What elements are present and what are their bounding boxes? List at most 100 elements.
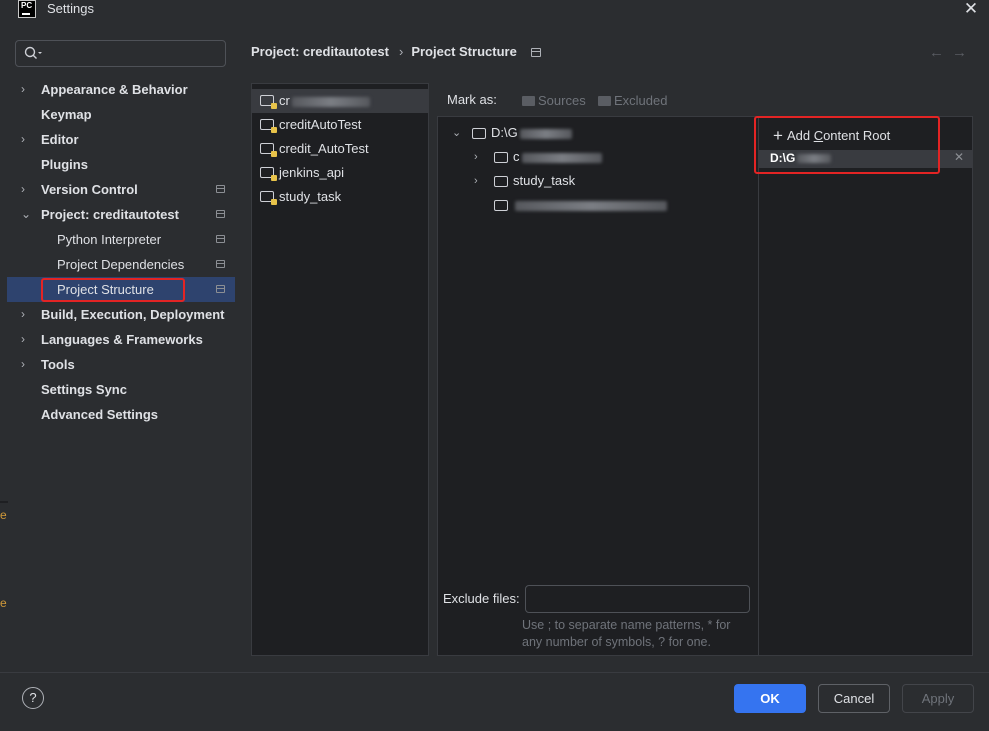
chevron-right-icon[interactable]: › [21,127,33,152]
folder-icon [494,152,508,163]
project-scope-icon [216,210,225,218]
tree-row[interactable]: ⌄ D:\G [438,121,759,145]
chevron-right-icon[interactable]: › [21,352,33,377]
directory-tree: ⌄ D:\G › c › study_task [437,116,759,656]
breadcrumb-project[interactable]: Project: creditautotest [251,44,389,59]
module-label: cr [279,93,290,108]
forward-arrow-icon[interactable]: → [952,44,975,61]
tree-row[interactable] [438,193,759,217]
search-icon [24,46,42,59]
tree-row-label: D:\G [491,121,572,145]
edge-fragment: e [0,596,7,610]
module-folder-icon [260,191,277,205]
module-item[interactable]: study_task [252,185,428,209]
sidebar-item-plugins[interactable]: Plugins [7,152,235,177]
ok-button[interactable]: OK [734,684,806,713]
sidebar-item-project-creditautotest[interactable]: ⌄ Project: creditautotest [7,202,235,227]
module-item[interactable]: creditAutoTest [252,113,428,137]
module-label: creditAutoTest [279,117,362,132]
sidebar-item-label: Languages & Frameworks [41,332,203,347]
sidebar-item-label: Settings Sync [41,382,127,397]
mark-excluded-button[interactable]: Excluded [598,93,667,108]
module-folder-icon [260,119,277,133]
exclude-hint-line-1: Use ; to separate name patterns, * for [522,618,731,632]
highlight-box [754,116,940,174]
pycharm-logo-icon: PC [18,0,36,18]
module-folder-icon [260,143,277,157]
tree-row[interactable]: › study_task [438,169,759,193]
breadcrumb: Project: creditautotest › Project Structur… [251,44,547,62]
folder-icon [494,200,508,211]
sidebar-item-label: Python Interpreter [57,232,162,247]
content-roots-panel: + Add Content Root D:\G ✕ [758,116,973,656]
divider [0,501,8,503]
back-arrow-icon[interactable]: ← [929,44,952,61]
chevron-down-icon[interactable]: ⌄ [21,202,33,227]
chevron-right-icon[interactable]: › [21,77,33,102]
sources-folder-icon [522,96,535,106]
exclude-hint: Use ; to separate name patterns, * for a… [522,617,758,651]
help-button[interactable]: ? [22,687,44,709]
sidebar-item-project-structure[interactable]: Project Structure [7,277,235,302]
sidebar-item-build-execution-deployment[interactable]: › Build, Execution, Deployment [7,302,235,327]
project-scope-icon [216,285,225,293]
redacted-text [291,96,370,107]
history-nav: ←→ [929,44,975,61]
tree-row[interactable]: › c [438,145,759,169]
sidebar-item-keymap[interactable]: Keymap [7,102,235,127]
chevron-right-icon[interactable]: › [474,169,486,193]
tree-row-label [513,193,667,217]
sidebar-item-tools[interactable]: › Tools [7,352,235,377]
close-icon[interactable]: ✕ [954,150,964,164]
folder-icon [494,176,508,187]
sidebar-item-advanced-settings[interactable]: Advanced Settings [7,402,235,427]
tree-row-label: study_task [513,173,576,188]
chevron-right-icon[interactable]: › [21,177,33,202]
exclude-hint-line-2: any number of symbols, ? for one. [522,635,711,649]
sidebar-item-label: Advanced Settings [41,407,159,422]
module-item[interactable]: credit_AutoTest [252,137,428,161]
cancel-button[interactable]: Cancel [818,684,890,713]
sidebar-item-languages-frameworks[interactable]: › Languages & Frameworks [7,327,235,352]
sidebar-item-version-control[interactable]: › Version Control [7,177,235,202]
search-input[interactable] [15,40,226,67]
chevron-right-icon[interactable]: › [21,302,33,327]
module-label: jenkins_api [279,165,345,180]
chevron-right-icon[interactable]: › [21,327,33,352]
breadcrumb-page: Project Structure [411,44,517,59]
title-bar: PC Settings ✕ [0,0,989,24]
mark-excluded-label: Excluded [614,93,668,108]
mark-sources-label: Sources [538,93,586,108]
edge-fragment: e [0,508,7,522]
sidebar-item-label: Appearance & Behavior [41,82,188,97]
close-icon[interactable]: ✕ [963,0,979,18]
module-item[interactable]: cr [252,89,428,113]
module-folder-icon [260,167,277,181]
apply-button[interactable]: Apply [902,684,974,713]
sidebar-item-python-interpreter[interactable]: Python Interpreter [7,227,235,252]
project-scope-icon [216,235,225,243]
sidebar-item-label: Build, Execution, Deployment [41,307,225,322]
sidebar-item-label: Project Dependencies [57,257,185,272]
exclude-files-input[interactable] [525,585,750,613]
mark-as-label: Mark as: [447,92,497,107]
sidebar-item-appearance-behavior[interactable]: › Appearance & Behavior [7,77,235,102]
sidebar-item-label: Version Control [41,182,138,197]
sidebar-item-project-dependencies[interactable]: Project Dependencies [7,252,235,277]
sidebar-item-label: Plugins [41,157,88,172]
breadcrumb-separator: › [398,44,404,59]
module-label: study_task [279,189,342,204]
mark-sources-button[interactable]: Sources [522,93,586,108]
window-title: Settings [47,1,94,16]
project-scope-icon [216,185,225,193]
module-label: credit_AutoTest [279,141,369,156]
sidebar-item-editor[interactable]: › Editor [7,127,235,152]
tree-row-label: c [513,145,602,169]
folder-icon [472,128,486,139]
module-item[interactable]: jenkins_api [252,161,428,185]
chevron-right-icon[interactable]: › [474,145,486,169]
project-scope-icon [530,48,541,57]
divider [0,672,989,673]
chevron-down-icon[interactable]: ⌄ [452,121,464,145]
sidebar-item-settings-sync[interactable]: Settings Sync [7,377,235,402]
